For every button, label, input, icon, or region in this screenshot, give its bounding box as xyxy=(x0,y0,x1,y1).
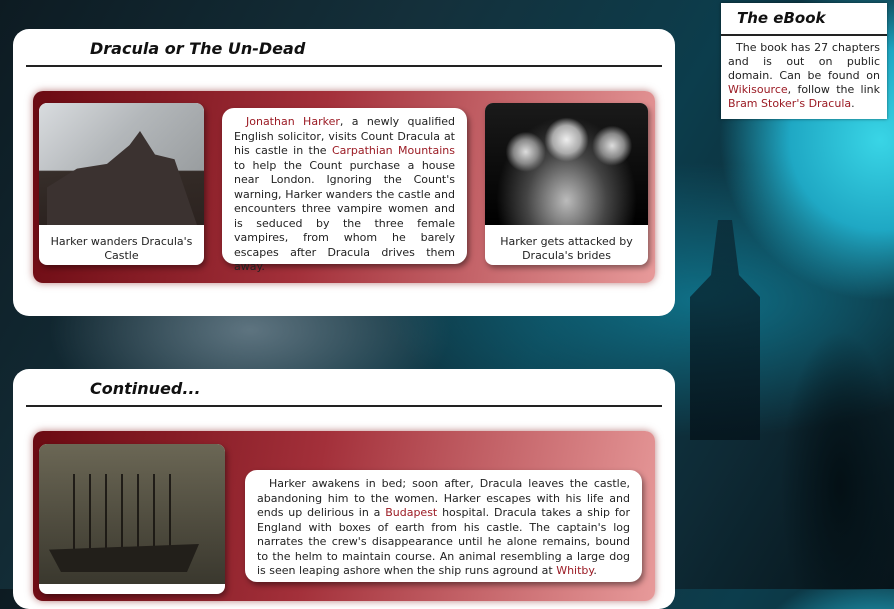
text-segment: . xyxy=(593,564,597,577)
link-jonathan-harker[interactable]: Jonathan Harker xyxy=(246,115,340,128)
brides-photo xyxy=(485,103,648,225)
link-carpathian-mountains[interactable]: Carpathian Mountains xyxy=(332,144,455,157)
link-whitby[interactable]: Whitby xyxy=(556,564,593,577)
text-segment: . xyxy=(851,97,855,110)
link-bram-stokers-dracula[interactable]: Bram Stoker's Dracula xyxy=(728,97,851,110)
link-wikisource[interactable]: Wikisource xyxy=(728,83,788,96)
title-divider xyxy=(26,405,662,407)
section-card-continued: Continued... Harker awakens in bed; soon… xyxy=(13,369,675,609)
background-tree xyxy=(780,330,894,590)
image-card-brides: Harker gets attacked by Dracula's brides xyxy=(485,103,648,265)
ebook-box: The eBook The book has 27 chapters and i… xyxy=(721,3,887,119)
section-title: Continued... xyxy=(90,379,201,398)
text-segment: , follow the link xyxy=(787,83,880,96)
image-caption: Harker gets attacked by Dracula's brides xyxy=(500,235,633,262)
story-panel: Harker awakens in bed; soon after, Dracu… xyxy=(33,431,655,601)
section-card-dracula: Dracula or The Un-Dead Harker wanders Dr… xyxy=(13,29,675,316)
image-card-castle: Harker wanders Dracula's Castle xyxy=(39,103,204,265)
text-segment: to help the Count purchase a house near … xyxy=(234,158,455,274)
castle-photo xyxy=(39,103,204,225)
story-text: Jonathan Harker, a newly qualified Engli… xyxy=(222,108,467,273)
title-divider xyxy=(26,65,662,67)
image-card-ship xyxy=(39,444,225,594)
ebook-text: The book has 27 chapters and is out on p… xyxy=(728,41,880,111)
story-text: Harker awakens in bed; soon after, Dracu… xyxy=(245,470,642,582)
link-budapest[interactable]: Budapest xyxy=(385,506,437,519)
ship-photo xyxy=(39,444,225,584)
image-caption: Harker wanders Dracula's Castle xyxy=(50,235,193,262)
background-tower xyxy=(690,220,760,440)
ebook-divider xyxy=(721,34,887,36)
ebook-title: The eBook xyxy=(737,9,826,27)
story-panel: Harker wanders Dracula's Castle Jonathan… xyxy=(33,91,655,283)
section-title: Dracula or The Un-Dead xyxy=(90,39,306,58)
text-segment: The book has 27 chapters and is out on p… xyxy=(728,41,880,82)
